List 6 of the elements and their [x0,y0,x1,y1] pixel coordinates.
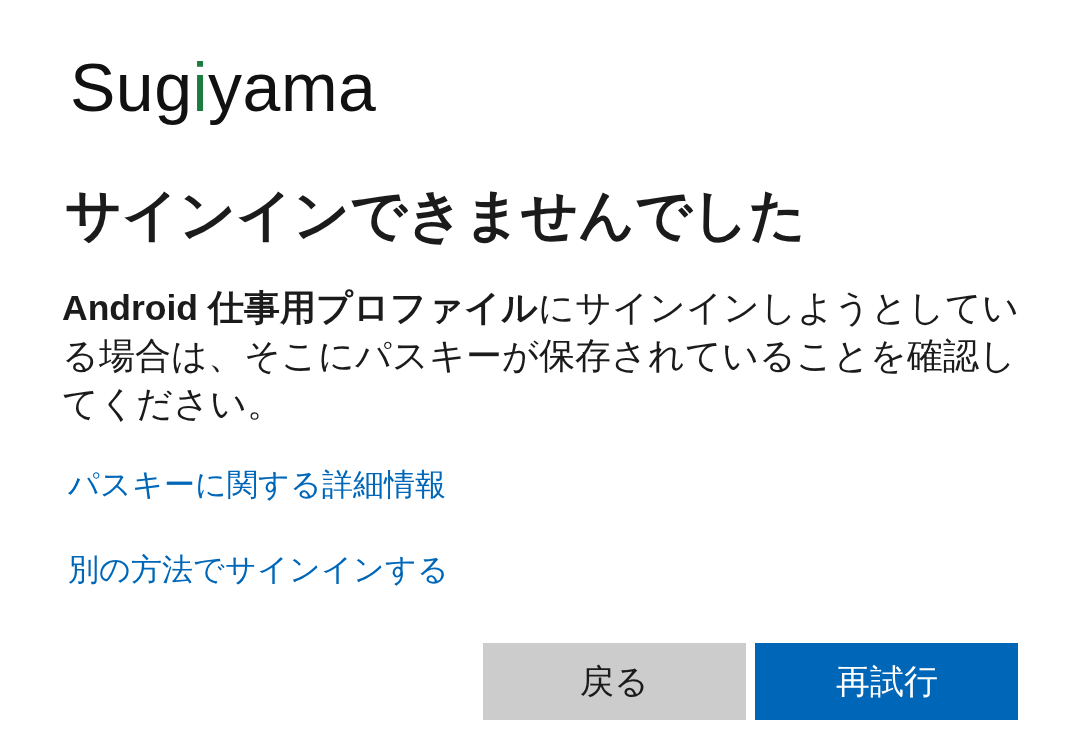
link[interactable]: 別の方法でサインインする [68,548,449,592]
page-title: サインインできませんでした [65,182,806,248]
link[interactable]: パスキーに関する詳細情報 [68,463,446,507]
retry-button[interactable]: 再試行 [755,643,1018,720]
back-button[interactable]: 戻る [483,643,746,720]
message-text: Android 仕事用プロファイルにサインインしようとしている場合は、そこにパスキーが保存されていることを確認してください。 [62,287,1020,426]
